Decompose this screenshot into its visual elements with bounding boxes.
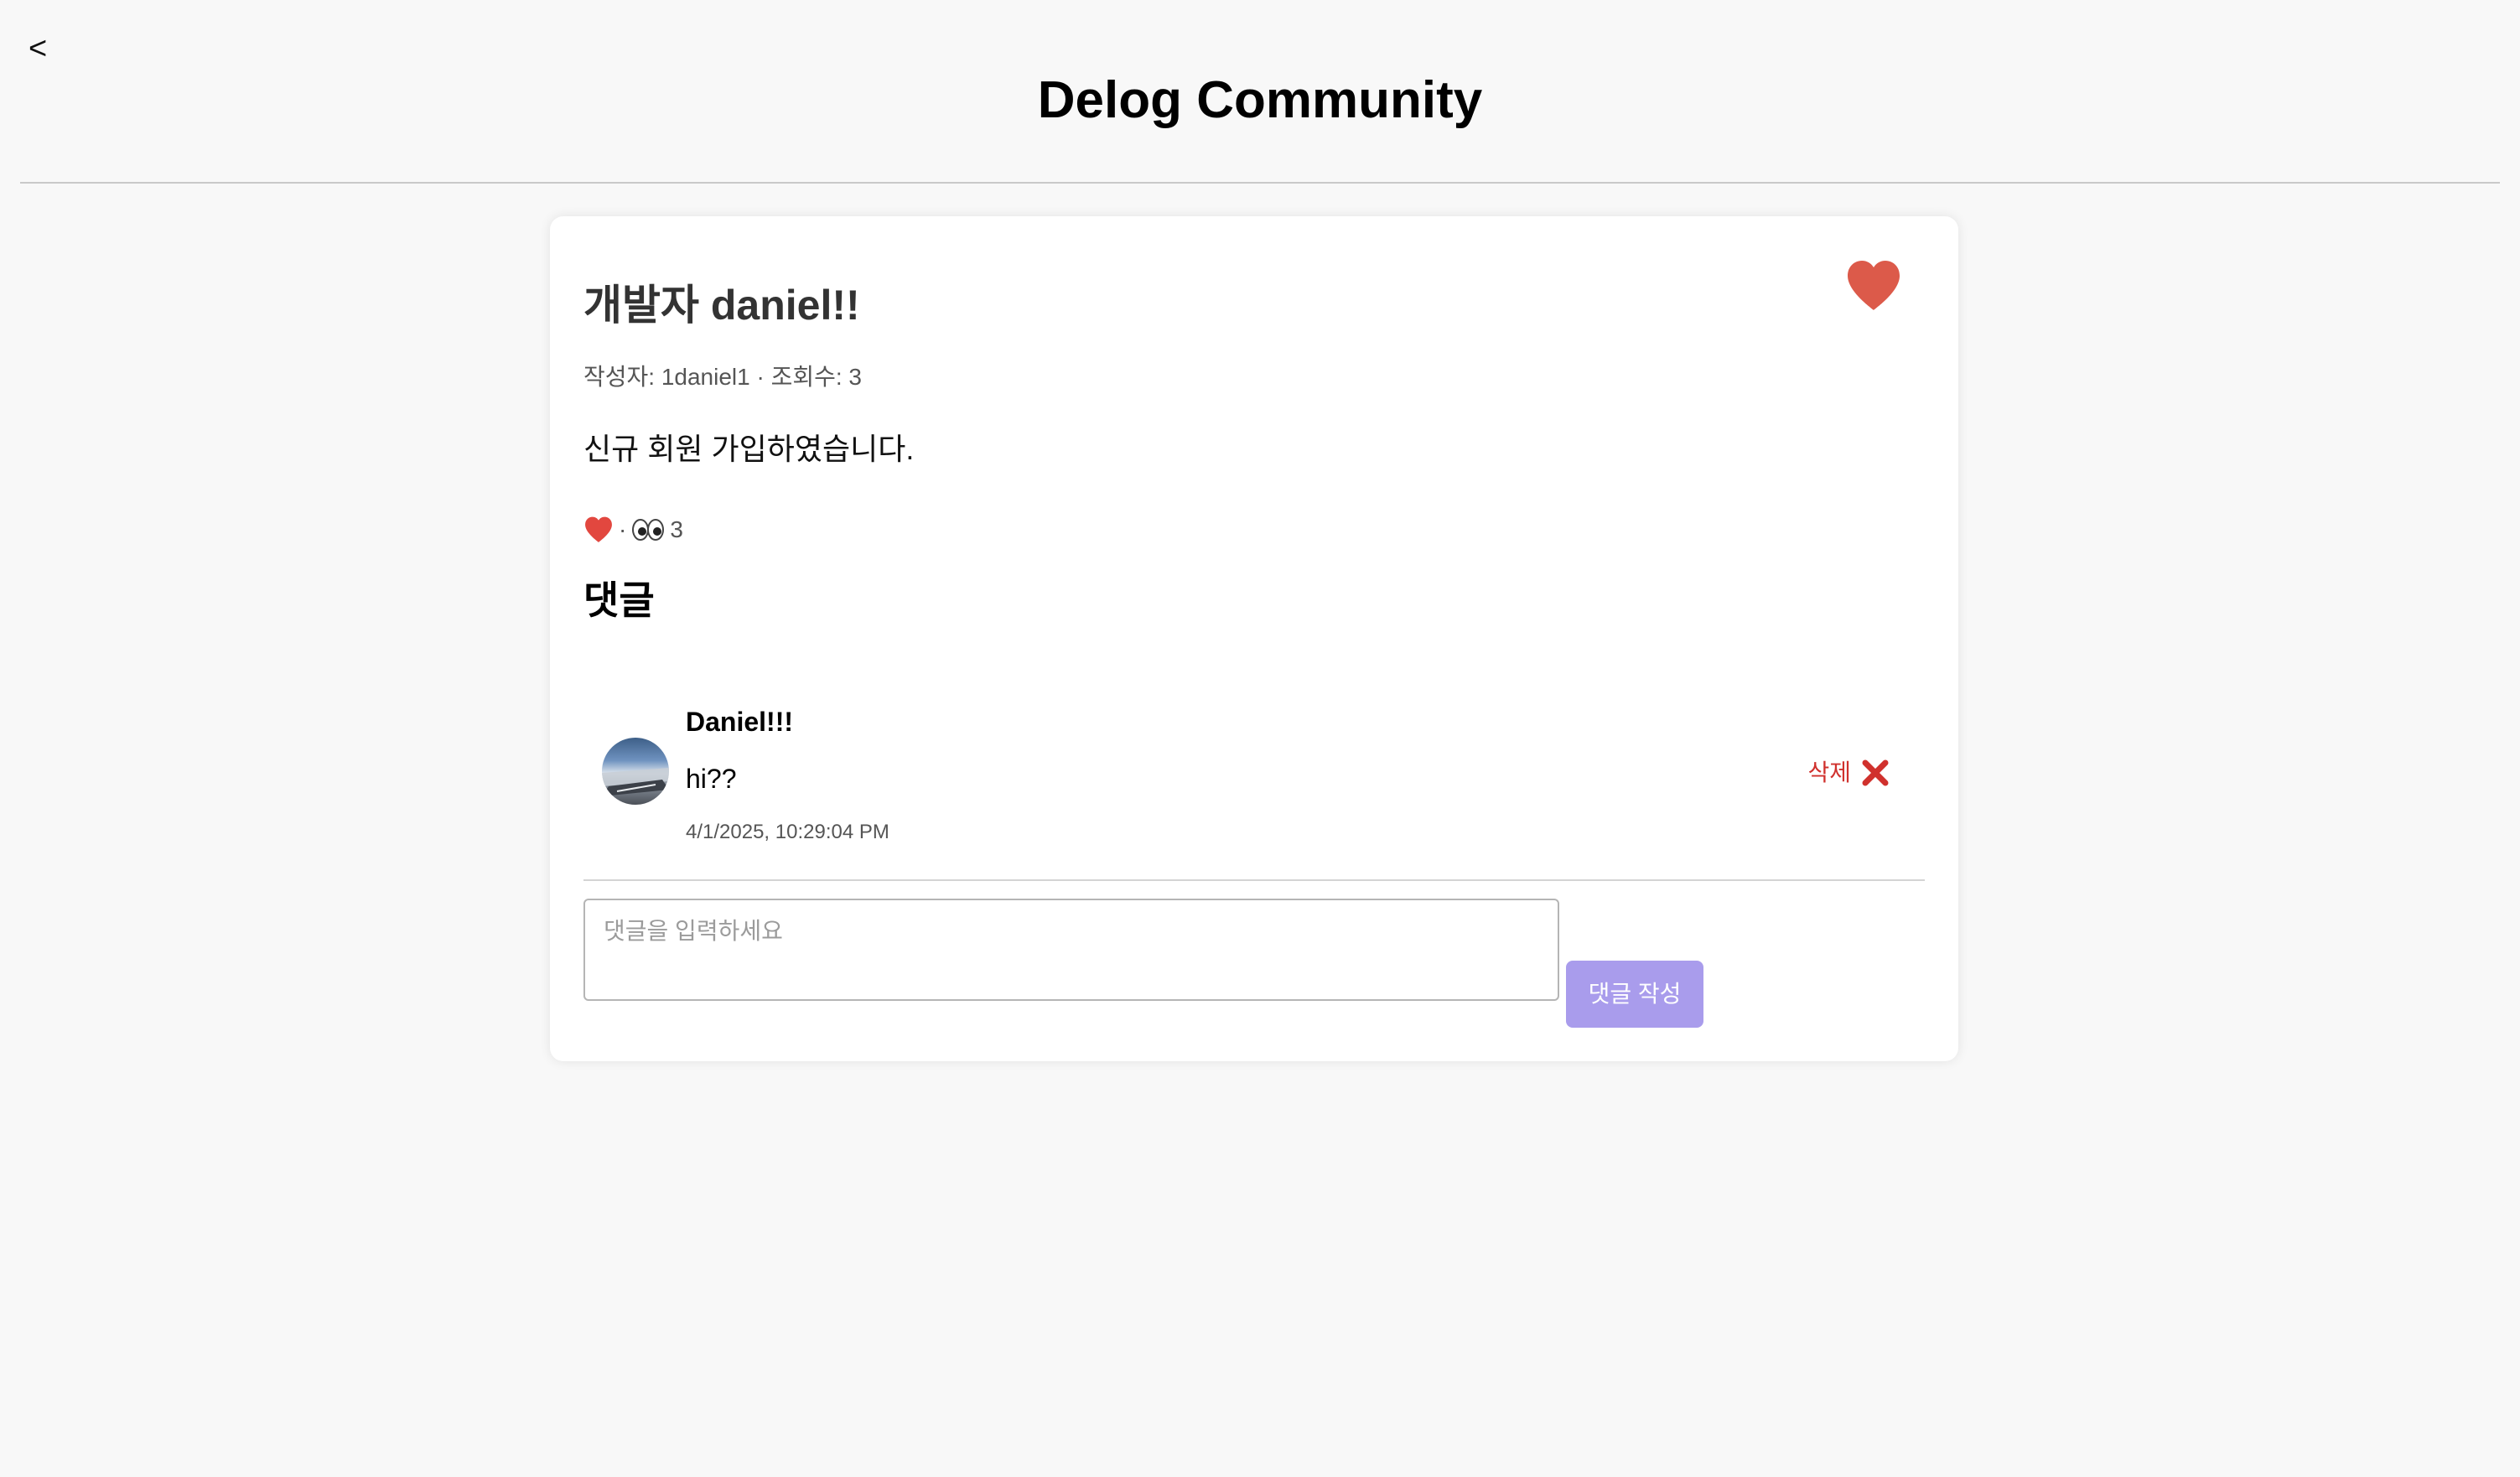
heart-icon [1844,258,1903,314]
comment-timestamp: 4/1/2025, 10:29:04 PM [686,821,889,843]
post-card: 개발자 daniel!! 작성자: 1daniel1 · 조회수: 3 신규 회… [550,216,1958,1061]
comment-author: Daniel!!! [686,707,793,737]
post-body: 신규 회원 가입하였습니다. [583,432,915,466]
page-title: Delog Community [1037,71,1483,129]
stats-separator: · [619,516,627,542]
heart-icon [583,516,614,544]
comment-item: Daniel!!! hi?? 4/1/2025, 10:29:04 PM 삭제 [583,694,1920,862]
post-meta: 작성자: 1daniel1 · 조회수: 3 [583,364,863,390]
comments-heading: 댓글 [583,578,655,622]
like-toggle-button[interactable] [1844,258,1903,314]
delete-label: 삭제 [1807,759,1851,785]
views-count: 3 [670,516,683,542]
avatar [602,738,669,805]
comment-text: hi?? [686,764,737,794]
comment-input[interactable] [583,899,1559,1001]
post-stats: · 3 [583,510,683,550]
submit-comment-button[interactable]: 댓글 작성 [1566,961,1703,1028]
comments-divider [583,879,1925,881]
eyes-icon [631,517,665,542]
app-header: Delog Community [20,0,2500,184]
delete-comment-button[interactable]: 삭제 [1807,754,1891,791]
post-title: 개발자 daniel!! [583,282,860,329]
close-icon [1859,757,1891,789]
